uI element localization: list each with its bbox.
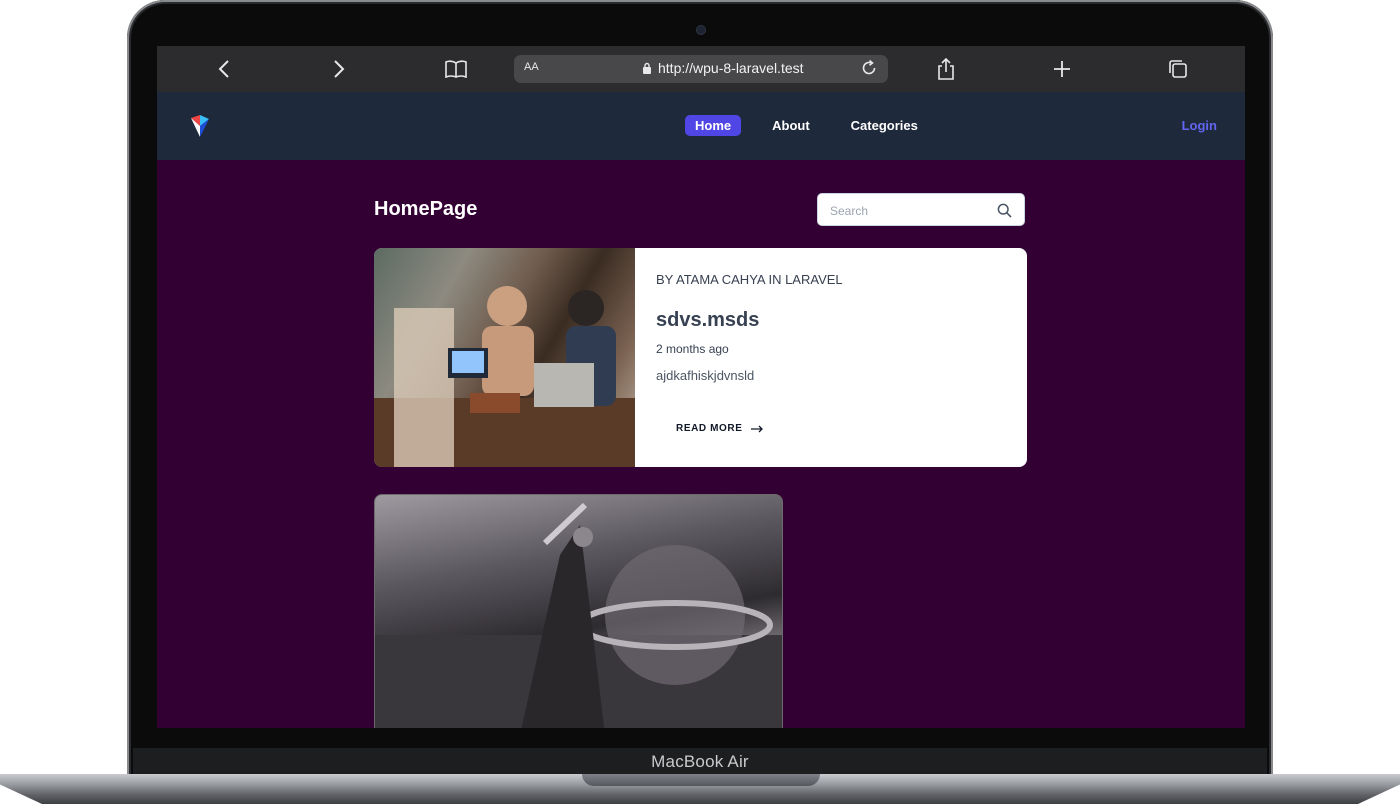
post-meta: BY ATAMA CAHYA IN LARAVEL: [656, 272, 843, 287]
new-tab-icon[interactable]: [1050, 57, 1074, 81]
post-title[interactable]: sdvs.msds: [656, 309, 759, 332]
read-more-link[interactable]: READ MORE: [676, 423, 763, 434]
device-label: MacBook Air: [651, 752, 749, 771]
site-navbar: Home About Categories Login: [157, 92, 1245, 160]
back-icon[interactable]: [212, 57, 236, 81]
bookmarks-icon[interactable]: [444, 57, 468, 81]
laptop-chin: MacBook Air: [133, 748, 1267, 776]
url-display[interactable]: http://wpu-8-laravel.test: [642, 60, 804, 76]
page-title: HomePage: [374, 198, 478, 220]
nav-link-categories[interactable]: Categories: [841, 115, 928, 136]
post-card: BY ATAMA CAHYA IN LARAVEL sdvs.msds 2 mo…: [374, 248, 1027, 467]
search-icon[interactable]: [997, 203, 1012, 218]
forward-icon[interactable]: [327, 57, 351, 81]
post-date: 2 months ago: [656, 342, 729, 356]
search-input[interactable]: [828, 200, 992, 222]
post-card-body: BY ATAMA CAHYA IN LARAVEL sdvs.msds 2 mo…: [656, 248, 1027, 467]
nav-link-about[interactable]: About: [762, 115, 820, 136]
login-link[interactable]: Login: [1182, 118, 1217, 133]
search-box: [817, 193, 1025, 226]
browser-screen: AA http://wpu-8-laravel.test Home About …: [157, 46, 1245, 728]
post-card-image[interactable]: [374, 494, 783, 728]
read-more-label: READ MORE: [676, 423, 743, 434]
url-text: http://wpu-8-laravel.test: [658, 60, 804, 76]
share-icon[interactable]: [934, 57, 958, 81]
lock-icon: [643, 62, 651, 74]
browser-toolbar: AA http://wpu-8-laravel.test: [157, 46, 1245, 92]
text-size-button[interactable]: AA: [524, 61, 539, 73]
post-excerpt: ajdkafhiskjdvnsld: [656, 368, 755, 383]
webcam: [697, 26, 705, 34]
address-bar[interactable]: AA http://wpu-8-laravel.test: [514, 55, 888, 83]
nav-links: Home About Categories: [685, 115, 949, 136]
reload-icon[interactable]: [860, 59, 878, 81]
nav-link-home[interactable]: Home: [685, 115, 742, 136]
site-logo[interactable]: [188, 114, 212, 138]
tabs-overview-icon[interactable]: [1166, 57, 1190, 81]
laptop-hinge-notch: [582, 774, 820, 786]
post-image[interactable]: [374, 248, 635, 467]
arrow-right-icon: [750, 425, 763, 432]
